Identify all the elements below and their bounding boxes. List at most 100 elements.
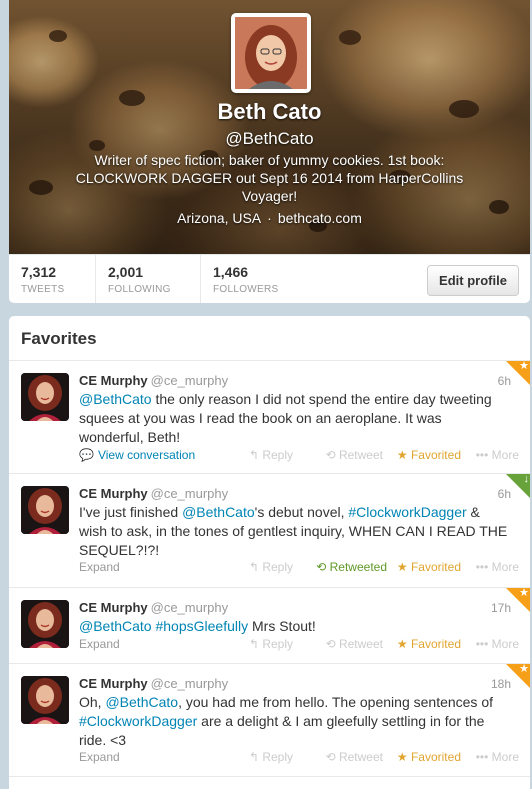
tweet-list: ★ CE Murphy @ce_murphy 6h @BethCato the only… — [9, 360, 530, 777]
tweet-text-part: 's debut novel, — [254, 504, 349, 520]
retweet-icon: ⟲ — [316, 560, 330, 574]
tweet-header: CE Murphy @ce_murphy 17h — [79, 600, 511, 616]
favorite-button[interactable]: ★ Favorited — [397, 750, 461, 764]
tweet-timestamp[interactable]: 6h — [498, 486, 511, 502]
retweet-button[interactable]: ⟲ Retweeted — [316, 560, 387, 574]
reply-icon: ↰ — [248, 560, 263, 574]
retweet-icon: ⟲ — [325, 637, 339, 651]
retweet-button[interactable]: ⟲ Retweet — [326, 750, 383, 764]
favorites-heading: Favorites — [9, 316, 530, 361]
profile-stats: 7,312 TWEETS 2,001 FOLLOWING 1,466 FOLLO… — [9, 254, 530, 303]
reply-icon: ↰ — [248, 637, 263, 651]
stat-following[interactable]: 2,001 FOLLOWING — [95, 255, 200, 303]
tweet-author-handle[interactable]: @ce_murphy — [151, 373, 229, 388]
profile-url-link[interactable]: bethcato.com — [278, 210, 362, 226]
tweet-timestamp[interactable]: 17h — [491, 600, 511, 616]
retweet-icon: ⟲ — [325, 750, 339, 764]
footer-link-label: Expand — [79, 750, 120, 764]
reply-icon: ↰ — [248, 750, 263, 764]
footer-link-label: Expand — [79, 560, 120, 574]
tweet-item[interactable]: ★ CE Murphy @ce_murphy 6h @BethCato the only… — [9, 360, 530, 474]
tweet-avatar[interactable] — [21, 486, 69, 534]
stat-followers[interactable]: 1,466 FOLLOWERS — [200, 255, 310, 303]
stat-tweets[interactable]: 7,312 TWEETS — [9, 255, 95, 303]
more-label: More — [491, 750, 519, 764]
tweet-body: CE Murphy @ce_murphy 17h @BethCato #hopsGle… — [79, 600, 511, 636]
tweet-author-handle[interactable]: @ce_murphy — [151, 676, 229, 691]
mention-link[interactable]: @BethCato — [105, 694, 178, 710]
profile-screen-name: @BethCato — [225, 129, 314, 148]
tweet-timestamp[interactable]: 6h — [498, 373, 511, 389]
star-corner-icon: ★ — [519, 587, 529, 599]
tweet-item[interactable]: ★ CE Murphy @ce_murphy 17h @BethCato #hopsGl… — [9, 587, 530, 664]
tweet-author-handle[interactable]: @ce_murphy — [151, 600, 229, 615]
ellipsis-icon: ••• — [475, 560, 492, 574]
profile-card: Beth Cato @BethCato Writer of spec ficti… — [9, 0, 530, 303]
hashtag-link[interactable]: #hopsGleefully — [155, 618, 248, 634]
stat-followers-label: FOLLOWERS — [213, 284, 279, 295]
tweet-text: @BethCato the only reason I did not spen… — [79, 390, 509, 447]
tweet-item[interactable]: ↓ CE Murphy @ce_murphy 6h I've just finished… — [9, 473, 530, 588]
ellipsis-icon: ••• — [475, 637, 492, 651]
expand-link[interactable]: Expand — [79, 637, 120, 651]
more-button[interactable]: ••• More — [476, 448, 519, 462]
favorite-label: Favorited — [410, 637, 461, 651]
reply-button[interactable]: ↰ Reply — [249, 448, 293, 462]
mention-link[interactable]: @BethCato — [79, 618, 152, 634]
tweet-avatar[interactable] — [21, 600, 69, 648]
favorites-timeline: Favorites ★ CE Murphy @ce_murphy 6h @BethCat… — [9, 316, 530, 789]
tweet-timestamp[interactable]: 18h — [491, 676, 511, 692]
expand-link[interactable]: Expand — [79, 750, 120, 764]
speech-bubble-icon: 💬 — [79, 448, 94, 462]
profile-location: Arizona, USA — [177, 210, 262, 226]
reply-button[interactable]: ↰ Reply — [249, 560, 293, 574]
stat-followers-count: 1,466 — [213, 264, 249, 280]
tweet-header: CE Murphy @ce_murphy 6h — [79, 486, 511, 502]
profile-name: Beth Cato — [217, 99, 322, 124]
tweet-author-name[interactable]: CE Murphy — [79, 676, 148, 691]
tweet-author-name[interactable]: CE Murphy — [79, 600, 148, 615]
favorite-label: Favorited — [410, 560, 461, 574]
tweet-avatar[interactable] — [21, 373, 69, 421]
hashtag-link[interactable]: #ClockworkDagger — [348, 504, 466, 520]
favorite-button[interactable]: ★ Favorited — [397, 637, 461, 651]
retweet-corner-icon: ↓ — [523, 473, 530, 485]
more-button[interactable]: ••• More — [476, 750, 519, 764]
tweet-avatar[interactable] — [21, 676, 69, 724]
retweet-button[interactable]: ⟲ Retweet — [326, 448, 383, 462]
tweet-author-name[interactable]: CE Murphy — [79, 486, 148, 501]
tweet-author-handle[interactable]: @ce_murphy — [151, 486, 229, 501]
favorite-label: Favorited — [410, 750, 461, 764]
tweet-author-name[interactable]: CE Murphy — [79, 373, 148, 388]
profile-meta: Arizona, USA · bethcato.com — [9, 210, 530, 226]
profile-avatar[interactable] — [231, 13, 311, 93]
favorite-button[interactable]: ★ Favorited — [397, 560, 461, 574]
retweet-button[interactable]: ⟲ Retweet — [326, 637, 383, 651]
tweet-footer: 💬 View conversation ↰ Reply ⟲ Retweet ★ Favo… — [79, 448, 519, 466]
tweet-header: CE Murphy @ce_murphy 6h — [79, 373, 511, 389]
tweet-item[interactable]: ★ CE Murphy @ce_murphy 18h Oh, @BethCato, yo… — [9, 663, 530, 777]
ellipsis-icon: ••• — [475, 750, 492, 764]
view-conversation-link[interactable]: 💬 View conversation — [79, 448, 195, 462]
tweet-text-part: , you had me from hello. The opening sen… — [178, 694, 494, 710]
retweet-label: Retweet — [338, 750, 383, 764]
more-button[interactable]: ••• More — [476, 637, 519, 651]
tweet-text-part: I've just finished — [79, 504, 183, 520]
more-label: More — [491, 560, 519, 574]
retweet-label: Retweeted — [329, 560, 387, 574]
stat-following-count: 2,001 — [108, 264, 144, 280]
tweet-body: CE Murphy @ce_murphy 6h I've just finished … — [79, 486, 511, 560]
expand-link[interactable]: Expand — [79, 560, 120, 574]
hashtag-link[interactable]: #ClockworkDagger — [79, 713, 197, 729]
reply-button[interactable]: ↰ Reply — [249, 750, 293, 764]
stat-tweets-label: TWEETS — [21, 284, 65, 295]
star-corner-icon: ★ — [519, 663, 529, 675]
profile-bio: Writer of spec fiction; baker of yummy c… — [75, 152, 464, 204]
more-button[interactable]: ••• More — [476, 560, 519, 574]
mention-link[interactable]: @BethCato — [182, 504, 255, 520]
retweet-icon: ⟲ — [325, 448, 339, 462]
reply-button[interactable]: ↰ Reply — [249, 637, 293, 651]
edit-profile-button[interactable]: Edit profile — [427, 265, 519, 296]
mention-link[interactable]: @BethCato — [79, 391, 152, 407]
favorite-button[interactable]: ★ Favorited — [397, 448, 461, 462]
